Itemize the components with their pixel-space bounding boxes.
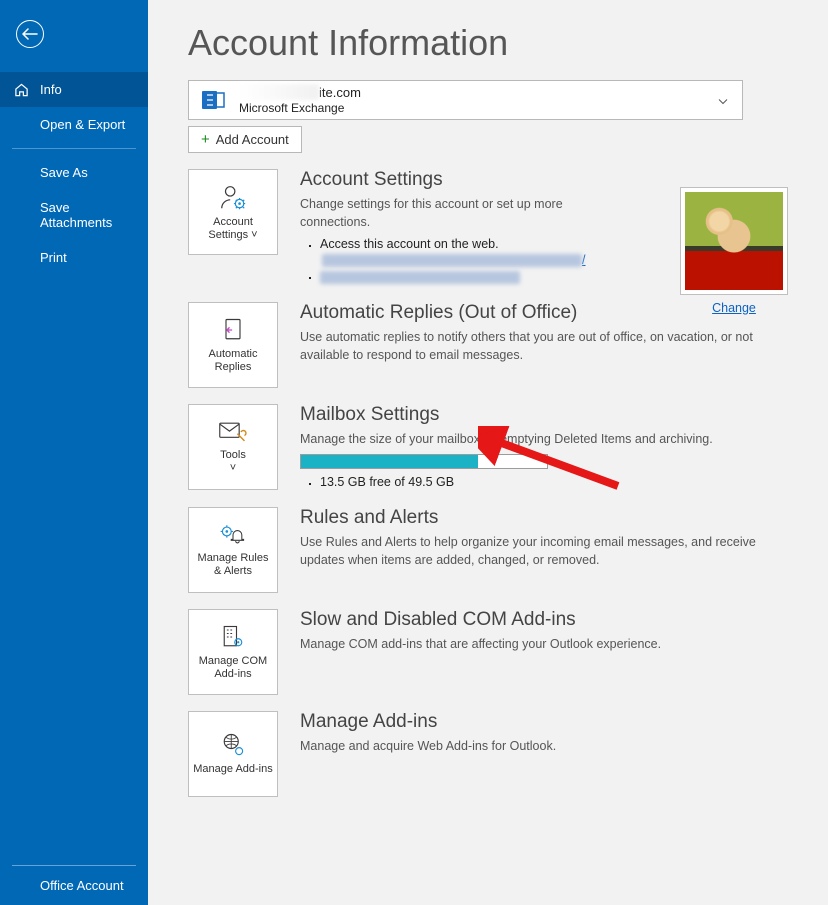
- sidebar-item-info[interactable]: Info: [0, 72, 148, 107]
- mailbox-usage-text: 13.5 GB free of 49.5 GB: [320, 475, 788, 489]
- web-access-link[interactable]: /: [322, 253, 585, 267]
- mailbox-usage-bar: [300, 454, 548, 469]
- section-desc: Manage the size of your mailbox by empty…: [300, 430, 788, 448]
- sidebar-item-label: Print: [40, 250, 67, 265]
- plus-icon: +: [201, 131, 210, 148]
- envelope-wrench-icon: [218, 419, 248, 445]
- gear-bell-icon: [218, 522, 248, 548]
- section-desc: Use Rules and Alerts to help organize yo…: [300, 533, 788, 569]
- globe-gear-icon: [219, 731, 247, 759]
- back-arrow-icon: [22, 28, 38, 40]
- sidebar-item-label: Info: [40, 82, 62, 97]
- redacted-link: [320, 271, 520, 284]
- profile-photo: [680, 187, 788, 295]
- button-label: Add Account: [216, 132, 289, 147]
- page-title: Account Information: [188, 22, 788, 64]
- backstage-sidebar: Info Open & Export Save As Save Attachme…: [0, 0, 148, 905]
- redacted-link: [322, 254, 582, 267]
- redacted-text: [239, 84, 319, 100]
- account-settings-tile[interactable]: Account Settings ˅: [188, 169, 278, 255]
- com-addins-tile[interactable]: Manage COM Add-ins: [188, 609, 278, 695]
- tools-tile[interactable]: Tools˅: [188, 404, 278, 490]
- sidebar-item-office-account[interactable]: Office Account: [0, 866, 148, 905]
- account-selector[interactable]: ite.com Microsoft Exchange: [188, 80, 743, 120]
- exchange-icon: [201, 86, 229, 114]
- section-desc: Manage COM add-ins that are affecting yo…: [300, 635, 788, 653]
- section-title: Rules and Alerts: [300, 507, 788, 529]
- account-type: Microsoft Exchange: [239, 101, 361, 115]
- section-title: Automatic Replies (Out of Office): [300, 302, 788, 324]
- sidebar-item-save-as[interactable]: Save As: [0, 155, 148, 190]
- account-email: ite.com: [239, 85, 361, 101]
- building-gear-icon: [219, 623, 247, 651]
- reply-arrow-icon: [219, 316, 247, 344]
- secondary-link[interactable]: [320, 269, 520, 283]
- main-content: Account Information ite.com Microsoft Ex…: [148, 0, 828, 905]
- section-title: Manage Add-ins: [300, 711, 788, 733]
- sidebar-item-label: Save As: [40, 165, 88, 180]
- section-desc: Manage and acquire Web Add-ins for Outlo…: [300, 737, 788, 755]
- section-title: Mailbox Settings: [300, 404, 788, 426]
- sidebar-item-print[interactable]: Print: [0, 240, 148, 275]
- section-title: Slow and Disabled COM Add-ins: [300, 609, 788, 631]
- sidebar-item-label: Office Account: [40, 878, 124, 893]
- sidebar-divider: [12, 148, 136, 149]
- sidebar-item-label: Open & Export: [40, 117, 125, 132]
- chevron-down-icon: ˅: [248, 229, 257, 241]
- sidebar-item-label: Save Attachments: [40, 200, 112, 230]
- caret-down-icon: [718, 93, 728, 108]
- chevron-down-icon: ˅: [230, 462, 236, 474]
- home-icon: [14, 82, 29, 97]
- sidebar-item-save-attachments[interactable]: Save Attachments: [0, 190, 148, 240]
- sidebar-item-open-export[interactable]: Open & Export: [0, 107, 148, 142]
- add-account-button[interactable]: + Add Account: [188, 126, 302, 153]
- rules-alerts-tile[interactable]: Manage Rules & Alerts: [188, 507, 278, 593]
- section-desc: Change settings for this account or set …: [300, 195, 610, 231]
- bullet-access-web: Access this account on the web.: [320, 237, 610, 251]
- profile-photo-block: Change: [680, 187, 788, 315]
- section-title: Account Settings: [300, 169, 610, 191]
- person-gear-icon: [218, 182, 248, 212]
- section-desc: Use automatic replies to notify others t…: [300, 328, 788, 364]
- manage-addins-tile[interactable]: Manage Add-ins: [188, 711, 278, 797]
- back-button[interactable]: [16, 20, 44, 48]
- automatic-replies-tile[interactable]: Automatic Replies: [188, 302, 278, 388]
